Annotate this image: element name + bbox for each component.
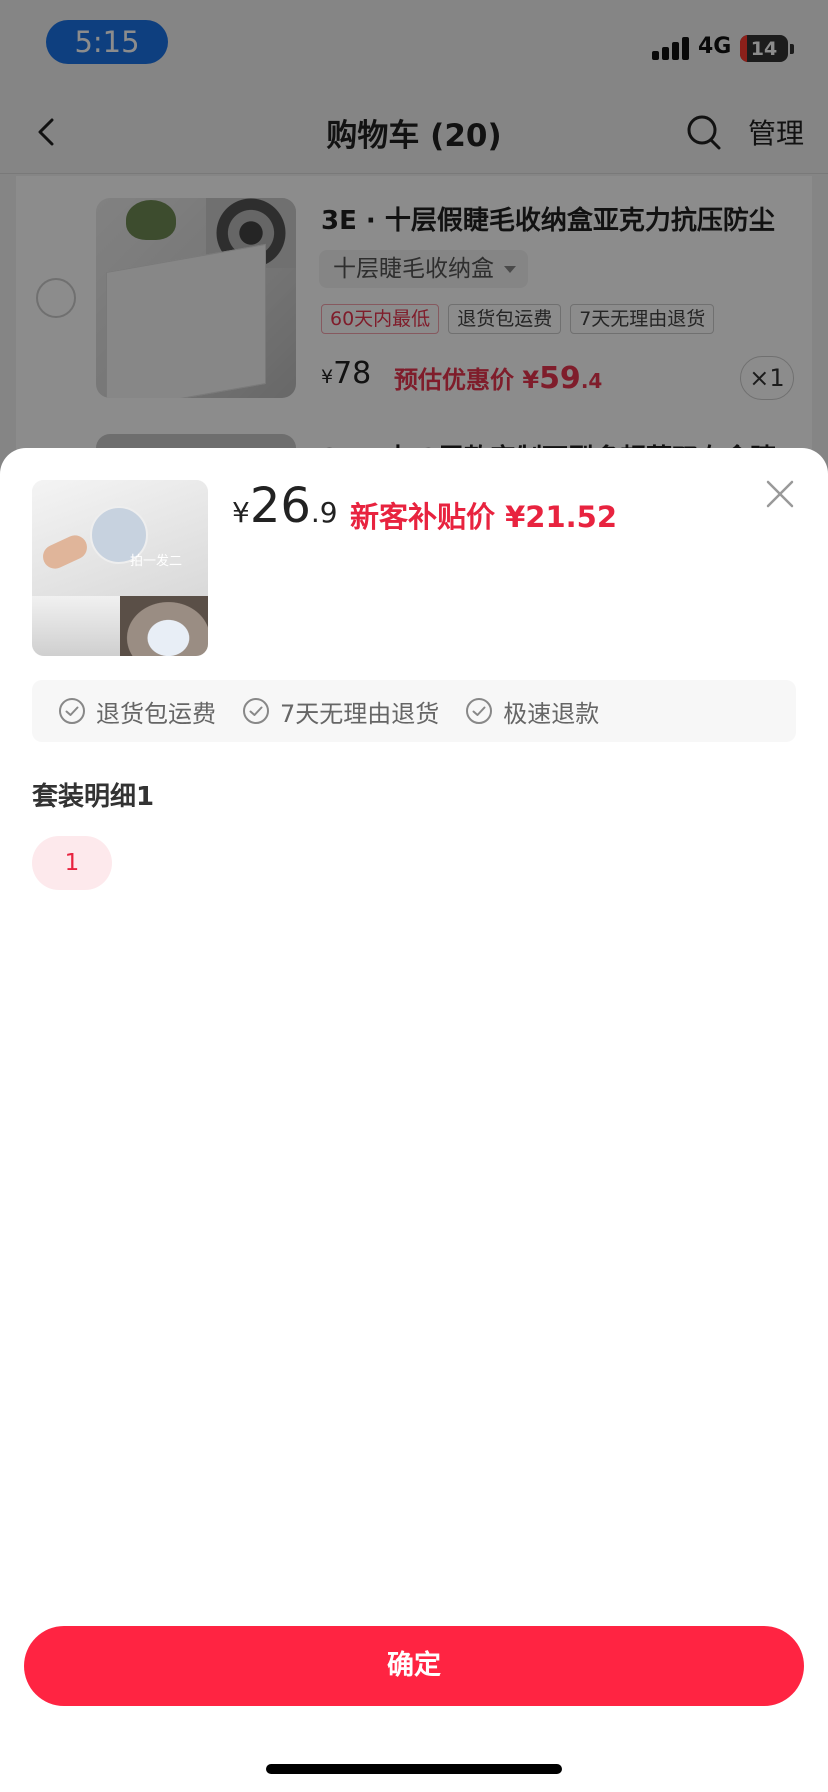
price-int: 26	[249, 478, 311, 534]
image-caption: 拍一发二	[130, 554, 183, 569]
guarantee-bar: 退货包运费 7天无理由退货 极速退款	[32, 680, 796, 742]
subsidy-price: 新客补贴价 ¥21.52	[350, 500, 618, 534]
home-indicator[interactable]	[266, 1764, 562, 1774]
guarantee-item: 退货包运费	[58, 694, 216, 729]
sku-sheet: 拍一发二 ¥26.9 新客补贴价 ¥21.52 退货包运费 7天无理由退货 极速…	[0, 448, 828, 1792]
check-circle-icon	[243, 698, 269, 724]
guarantee-label: 极速退款	[503, 699, 600, 728]
guarantee-item: 7天无理由退货	[242, 694, 439, 729]
check-circle-icon	[466, 698, 493, 724]
sheet-price: ¥26.9	[232, 478, 338, 534]
guarantee-label: 7天无理由退货	[280, 699, 440, 728]
option-chip[interactable]: 1	[32, 836, 112, 890]
sheet-product-image[interactable]: 拍一发二	[32, 480, 208, 656]
currency-symbol: ¥	[232, 496, 250, 529]
close-icon[interactable]	[762, 476, 798, 512]
check-circle-icon	[59, 698, 85, 724]
price-dec: .9	[310, 496, 338, 529]
guarantee-label: 退货包运费	[96, 699, 216, 728]
set-detail-title: 套装明细1	[32, 782, 155, 812]
confirm-button[interactable]: 确定	[24, 1626, 804, 1706]
guarantee-item: 极速退款	[465, 694, 599, 729]
